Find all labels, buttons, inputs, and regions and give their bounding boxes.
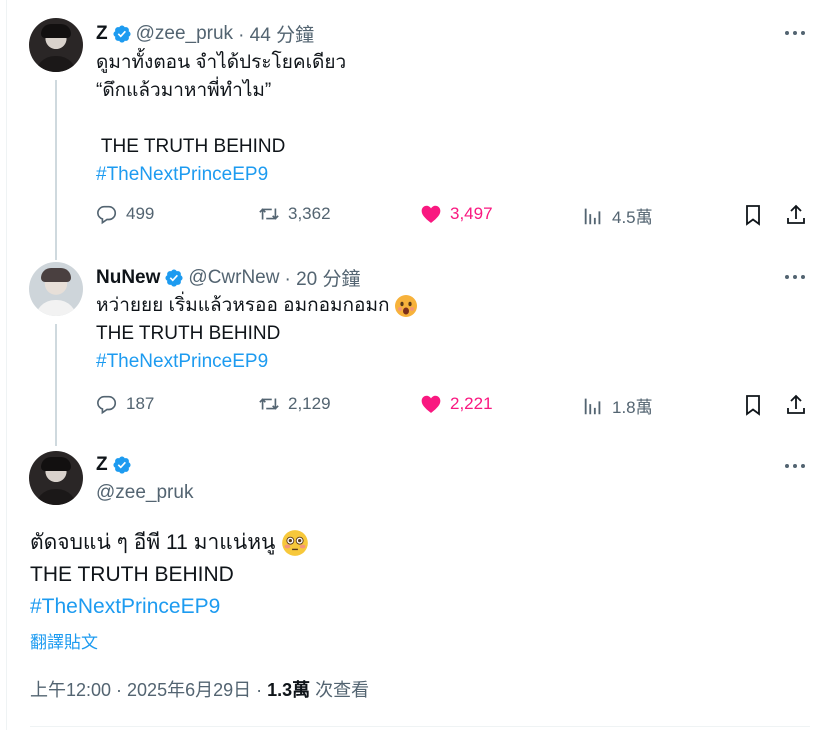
tweet-line: THE TRUTH BEHIND	[96, 323, 281, 344]
main-tweet-text: ตัดจบแน่ ๆ อีพี 11 มาแน่หนู THE TRUTH BEH…	[30, 527, 309, 623]
tweet-actions: 499 3,362 3,497 4.5萬	[96, 203, 808, 233]
verified-badge-icon	[113, 24, 131, 43]
divider	[30, 726, 810, 727]
bookmark-icon[interactable]	[741, 393, 765, 417]
views-button[interactable]: 4.5萬	[582, 203, 653, 228]
hashtag-link[interactable]: #TheNextPrinceEP9	[96, 348, 418, 376]
reply-button[interactable]: 499	[96, 203, 154, 225]
flushed-face-emoji-icon	[282, 530, 309, 556]
tweet-line: THE TRUTH BEHIND	[96, 136, 286, 157]
verified-badge-icon	[165, 268, 183, 287]
tweet-text: ดูมาทั้งตอน จำได้ประโยคเดียว “ดึกแล้วมาหา…	[96, 49, 346, 189]
views-button[interactable]: 1.8萬	[582, 393, 653, 418]
hashtag-link[interactable]: #TheNextPrinceEP9	[30, 591, 309, 623]
retweet-button[interactable]: 3,362	[258, 203, 331, 225]
views-chart-icon	[584, 208, 601, 224]
translate-post-link[interactable]: 翻譯貼文	[30, 628, 98, 653]
tweet-line: “ดึกแล้วมาหาพี่ทำไม”	[96, 80, 272, 101]
page-border	[6, 0, 7, 730]
author-name[interactable]: NuNew	[96, 267, 160, 289]
tweet-line: THE TRUTH BEHIND	[30, 563, 234, 586]
avatar-nunew[interactable]	[29, 262, 83, 316]
tweet-line: ตัดจบแน่ ๆ อีพี 11 มาแน่หนู	[30, 531, 276, 554]
heart-filled-icon	[421, 205, 441, 223]
views-label: 次查看	[310, 680, 370, 700]
reply-icon	[97, 205, 117, 225]
thread-line	[55, 324, 57, 446]
author-handle[interactable]: @CwrNew	[188, 267, 279, 289]
more-options-icon[interactable]	[783, 453, 807, 477]
retweet-icon	[259, 398, 279, 410]
tweet-time[interactable]: · 44 分鐘	[238, 20, 314, 47]
verified-badge-icon	[113, 456, 131, 474]
retweet-icon	[259, 208, 279, 220]
reply-button[interactable]: 187	[96, 393, 154, 415]
tweet-actions: 187 2,129 2,221 1.8萬	[96, 393, 808, 423]
retweet-button[interactable]: 2,129	[258, 393, 331, 415]
like-button[interactable]: 2,221	[420, 393, 493, 415]
hashtag-link[interactable]: #TheNextPrinceEP9	[96, 161, 346, 189]
tweet-header: NuNew @CwrNew · 20 分鐘	[96, 264, 361, 291]
tweet-line: ดูมาทั้งตอน จำได้ประโยคเดียว	[96, 52, 347, 73]
tweet-line	[96, 105, 346, 133]
retweet-count: 2,129	[288, 394, 331, 413]
author-name[interactable]: Z	[96, 23, 108, 45]
author-handle[interactable]: @zee_pruk	[96, 482, 193, 504]
reply-count: 499	[126, 204, 155, 223]
like-count: 2,221	[450, 394, 493, 413]
bookmark-icon[interactable]	[741, 203, 765, 227]
tweet-line: หว่ายยย เริ่มแล้วหรออ อมกอมกอมก	[96, 295, 390, 316]
author-handle[interactable]: @zee_pruk	[136, 23, 233, 45]
avatar-zee[interactable]	[29, 451, 83, 505]
tweet-header: Z	[96, 454, 136, 476]
tweet-time[interactable]: · 20 分鐘	[284, 264, 360, 291]
views-count: 1.8萬	[612, 398, 653, 417]
reply-icon	[97, 395, 117, 415]
views-chart-icon	[584, 398, 601, 414]
avatar-zee[interactable]	[29, 18, 83, 72]
like-button[interactable]: 3,497	[420, 203, 493, 225]
views-count: 1.3萬	[267, 680, 311, 700]
share-icon[interactable]	[784, 203, 808, 227]
more-options-icon[interactable]	[783, 264, 807, 288]
retweet-count: 3,362	[288, 204, 331, 223]
meta-separator: ·	[251, 680, 268, 700]
like-count: 3,497	[450, 204, 493, 223]
handle-row: @zee_pruk	[96, 482, 193, 504]
tweet-meta: 上午12:00 · 2025年6月29日 · 1.3萬 次查看	[30, 676, 369, 702]
astonished-face-emoji-icon	[395, 295, 418, 317]
thread-line	[55, 80, 57, 260]
author-name[interactable]: Z	[96, 454, 108, 476]
share-icon[interactable]	[784, 393, 808, 417]
tweet-header: Z @zee_pruk · 44 分鐘	[96, 20, 314, 47]
heart-filled-icon	[421, 395, 441, 413]
views-count: 4.5萬	[612, 208, 653, 227]
reply-count: 187	[126, 394, 155, 413]
timestamp[interactable]: 上午12:00 · 2025年6月29日	[30, 680, 251, 700]
more-options-icon[interactable]	[783, 20, 807, 44]
tweet-text: หว่ายยย เริ่มแล้วหรออ อมกอมกอมก THE TRUTH…	[96, 292, 418, 376]
